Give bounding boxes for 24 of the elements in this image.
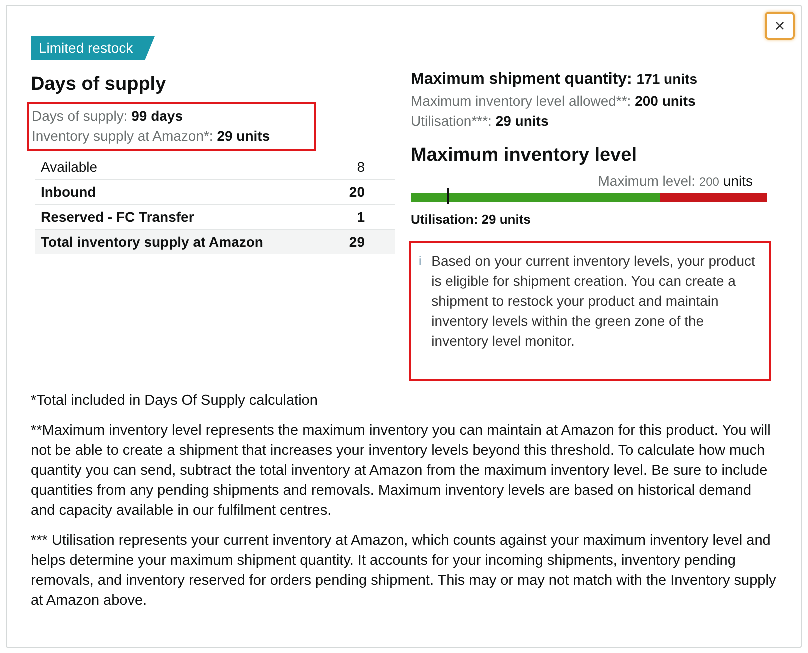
table-cell: 8 <box>357 159 365 175</box>
close-button[interactable]: × <box>765 12 795 40</box>
table-cell: Inbound <box>41 184 96 200</box>
status-badge: Limited restock <box>31 36 156 60</box>
info-text: Based on your current inventory levels, your product is eligible for shipment creation. You can create a shipment to restock your product and maintain inventory levels within the green zone of the inventory level monitor. <box>432 252 756 351</box>
summary-line: Maximum inventory level allowed**: 200 units <box>411 92 697 111</box>
summary-line: Days of supply: 99 days <box>32 107 184 126</box>
utilisation-caption: Utilisation: 29 units <box>411 212 532 227</box>
section-title: Days of supply <box>31 74 168 96</box>
table-cell: Reserved - FC Transfer <box>41 209 194 225</box>
info-icon: i <box>419 251 422 351</box>
max-shipment-line: Maximum shipment quantity: 171 units <box>411 70 698 90</box>
footnote: **Maximum inventory level represents the maximum inventory you can maintain at Amazon for this product. You will not be able to create a shipment that increases your inventory levels beyond this threshold. To calculate how much quantity you can send, subtract the total inventory at Amazon from the maximum inventory level. Be sure to include quantities from any pending shipments and removals. Maximum inventory levels are based on historical demand and capacity available in our fulfilment centres. <box>31 422 772 521</box>
table-cell: 20 <box>349 184 365 200</box>
section-title: Maximum inventory level <box>411 145 638 167</box>
table-cell: 29 <box>349 234 365 250</box>
max-level-label: Maximum level: 200 units <box>597 173 753 189</box>
table-cell: Total inventory supply at Amazon <box>41 234 264 250</box>
summary-line: Utilisation***: 29 units <box>411 112 550 131</box>
table-cell: 1 <box>357 209 365 225</box>
footnote: *** Utilisation represents your current inventory at Amazon, which counts against your maximum inventory level and helps determine your maximum shipment quantity. It accounts for your incoming shipments, inventory pending removals, and inventory reserved for orders pending shipment. This may or may not match with the Inventory supply at Amazon above. <box>31 532 777 611</box>
footnote: *Total included in Days Of Supply calculation <box>31 392 319 411</box>
summary-line: Inventory supply at Amazon*: 29 units <box>32 127 272 146</box>
table-cell: Available <box>41 159 98 175</box>
